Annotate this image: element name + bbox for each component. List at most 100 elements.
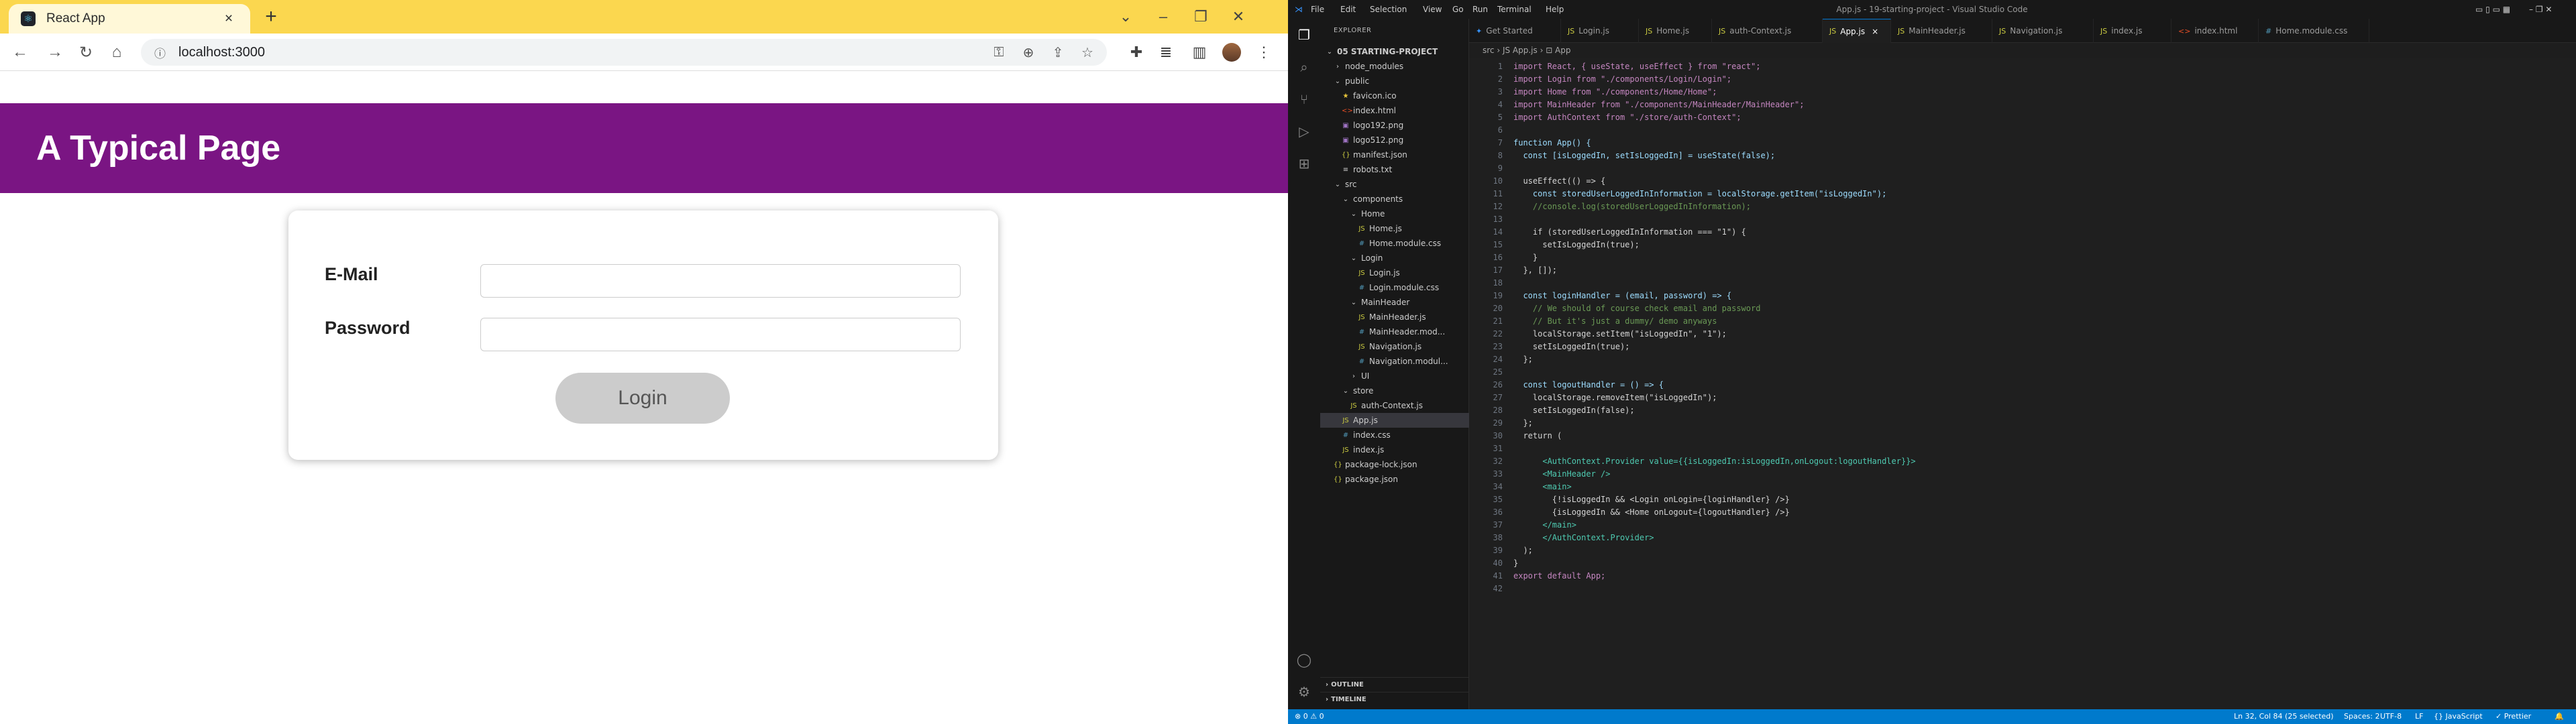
code-line[interactable]: setIsLoggedIn(true); [1513,342,1630,351]
code-editor[interactable]: 1 import React, { useState, useEffect } f… [1469,58,2576,709]
editor-tab[interactable]: ✦ Get Started [1469,19,1561,43]
outline-section[interactable]: › OUTLINE [1320,677,1469,692]
window-controls[interactable]: – ❐ ✕ [2529,5,2552,14]
code-line[interactable]: <AuthContext.Provider value={{isLoggedIn… [1513,457,1915,466]
notifications-icon[interactable]: 🔔 [2555,712,2564,721]
login-button[interactable]: Login [555,373,730,424]
breadcrumb[interactable]: src › JS App.js › ⊡ App [1483,46,1571,55]
site-info-icon[interactable]: ⓘ [154,44,170,61]
prettier-status[interactable]: ✓ Prettier [2496,712,2531,721]
editor-tab[interactable]: JS App.js × [1823,19,1891,43]
code-line[interactable]: export default App; [1513,571,1605,581]
tree-item[interactable]: ⌄ public [1320,74,1469,88]
tree-item[interactable]: # index.css [1320,428,1469,442]
password-input[interactable] [480,318,961,351]
key-icon[interactable]: ⚿ [987,43,1010,62]
settings-gear-icon[interactable]: ⚙ [1293,681,1315,703]
code-line[interactable]: import MainHeader from "./components/Mai… [1513,100,1804,109]
code-line[interactable]: return ( [1513,431,1562,440]
tree-item[interactable]: › UI [1320,369,1469,383]
code-line[interactable]: import React, { useState, useEffect } fr… [1513,62,1760,71]
tab-react-app[interactable]: ⚛ React App × [9,4,250,34]
tree-item[interactable]: ⌄ Login [1320,251,1469,265]
editor-tab[interactable]: JS Login.js [1561,19,1639,43]
home-button[interactable]: ⌂ [105,40,129,64]
code-line[interactable]: localStorage.removeItem("isLoggedIn"); [1513,393,1717,402]
close-window-button[interactable]: ✕ [1220,0,1257,34]
forward-button[interactable]: → [43,40,67,64]
tree-item[interactable]: # Navigation.modul... [1320,354,1469,369]
code-line[interactable]: setIsLoggedIn(false); [1513,406,1635,415]
tree-item[interactable]: ⌄ components [1320,192,1469,206]
tree-item[interactable]: ▣ logo192.png [1320,118,1469,133]
close-tab-icon[interactable]: × [1872,27,1878,36]
bookmark-star-icon[interactable]: ☆ [1076,43,1099,62]
tree-item[interactable]: ★ favicon.ico [1320,88,1469,103]
tree-item[interactable]: ⌄ Home [1320,206,1469,221]
code-line[interactable]: import Home from "./components/Home/Home… [1513,87,1717,97]
tree-item[interactable]: # Home.module.css [1320,236,1469,251]
code-line[interactable]: } [1513,253,1538,262]
code-line[interactable]: localStorage.setItem("isLoggedIn", "1"); [1513,329,1727,339]
address-bar[interactable]: ⓘ localhost:3000 ⚿ ⊕ ⇪ ☆ [141,39,1107,66]
code-line[interactable]: const [isLoggedIn, setIsLoggedIn] = useS… [1513,151,1775,160]
code-line[interactable]: import Login from "./components/Login/Lo… [1513,74,1731,84]
code-line[interactable]: useEffect(() => { [1513,176,1605,186]
tree-item[interactable]: JS MainHeader.js [1320,310,1469,324]
tree-item[interactable]: › node_modules [1320,59,1469,74]
tree-item[interactable]: ≡ robots.txt [1320,162,1469,177]
code-line[interactable]: {isLoggedIn && <Home onLogout={logoutHan… [1513,507,1790,517]
profile-avatar[interactable] [1220,40,1244,64]
email-input[interactable] [480,264,961,298]
code-line[interactable]: function App() { [1513,138,1591,147]
minimize-button[interactable]: – [1144,0,1182,34]
code-line[interactable]: </main> [1513,520,1576,530]
extensions-icon[interactable]: ✚ [1124,40,1148,64]
close-tab-icon[interactable]: × [219,11,238,27]
code-line[interactable]: const loginHandler = (email, password) =… [1513,291,1731,300]
tree-item[interactable]: <> index.html [1320,103,1469,118]
tab-search-icon[interactable]: ⌄ [1107,0,1144,34]
reload-button[interactable]: ↻ [74,40,98,64]
editor-tab[interactable]: JS Home.js [1639,19,1712,43]
problems-status[interactable]: ⊗ 0 ⚠ 0 [1295,712,1324,721]
editor-tab[interactable]: # Home.module.css [2259,19,2369,43]
editor-tab[interactable]: <> index.html [2171,19,2259,43]
eol-status[interactable]: LF [2415,712,2423,721]
editor-tab[interactable]: JS MainHeader.js [1891,19,1992,43]
account-icon[interactable]: ◯ [1293,649,1315,670]
menu-kebab-icon[interactable]: ⋮ [1252,40,1276,64]
editor-tab[interactable]: JS index.js [2094,19,2171,43]
tree-item[interactable]: JS Navigation.js [1320,339,1469,354]
side-panel-icon[interactable]: ▥ [1187,40,1212,64]
code-line[interactable]: //console.log(storedUserLoggedInInformat… [1513,202,1751,211]
media-icon[interactable]: ≣ [1154,40,1178,64]
tree-item[interactable]: {} manifest.json [1320,147,1469,162]
cursor-position[interactable]: Ln 32, Col 84 (25 selected) [2234,712,2334,721]
timeline-section[interactable]: › TIMELINE [1320,692,1469,707]
zoom-icon[interactable]: ⊕ [1017,43,1040,62]
source-control-icon[interactable]: ⑂ [1293,88,1315,110]
tree-item[interactable]: # MainHeader.mod... [1320,324,1469,339]
tree-item[interactable]: {} package-lock.json [1320,457,1469,472]
code-line[interactable]: ); [1513,546,1532,555]
code-line[interactable]: if (storedUserLoggedInInformation === "1… [1513,227,1746,237]
tree-item[interactable]: JS Home.js [1320,221,1469,236]
code-line[interactable]: {!isLoggedIn && <Login onLogin={loginHan… [1513,495,1790,504]
code-line[interactable]: // We should of course check email and p… [1513,304,1761,313]
tree-item[interactable]: JS auth-Context.js [1320,398,1469,413]
layout-icon[interactable]: ▭ ▯ ▭ ▦ [2475,5,2510,14]
tree-item[interactable]: # Login.module.css [1320,280,1469,295]
tree-item[interactable]: {} package.json [1320,472,1469,487]
restore-button[interactable]: ❐ [1182,0,1220,34]
code-line[interactable]: }; [1513,418,1532,428]
tree-item[interactable]: JS App.js [1320,413,1469,428]
code-line[interactable]: setIsLoggedIn(true); [1513,240,1640,249]
editor-tab[interactable]: JS Navigation.js [1992,19,2094,43]
tree-item[interactable]: ⌄ MainHeader [1320,295,1469,310]
code-line[interactable]: // But it's just a dummy/ demo anyways [1513,316,1717,326]
code-line[interactable]: const storedUserLoggedInInformation = lo… [1513,189,1886,198]
code-line[interactable]: } [1513,558,1518,568]
code-line[interactable]: const logoutHandler = () => { [1513,380,1664,389]
language-status[interactable]: {} JavaScript [2434,712,2483,721]
